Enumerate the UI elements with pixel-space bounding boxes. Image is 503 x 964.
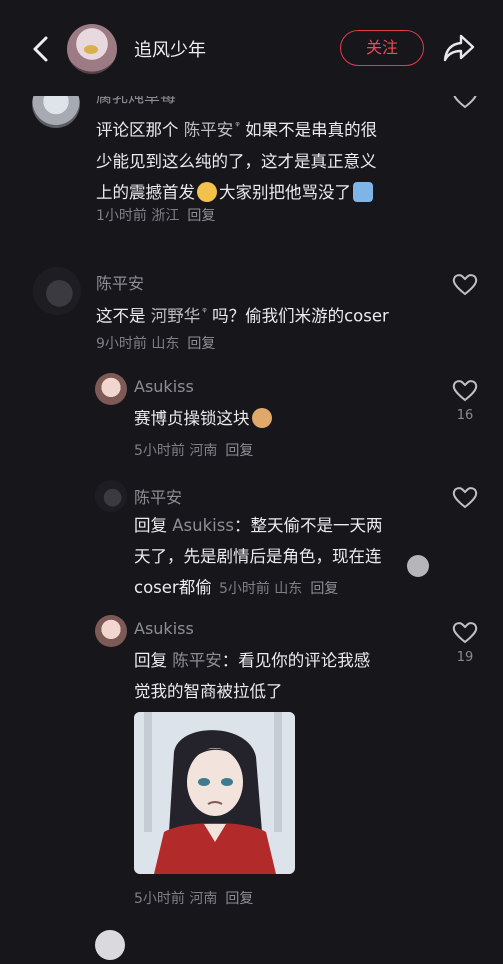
comment-username[interactable]: Asukiss (134, 377, 194, 396)
comment-meta: 9小时前 山东 回复 (96, 333, 215, 353)
like-heart-icon[interactable] (452, 485, 478, 509)
comment-text: 回复 陈平安：看见你的评论我感 觉我的智商被拉低了 (134, 651, 371, 701)
avatar[interactable] (95, 930, 125, 960)
comment-text: 赛博贞操锁这块 (134, 403, 434, 434)
touch-indicator (407, 555, 429, 577)
comment-meta: 1小时前 浙江 回复 (96, 205, 215, 225)
comment-username[interactable]: 陈平安 (134, 484, 182, 508)
mention-link[interactable]: 河野华 (151, 307, 201, 326)
share-icon[interactable] (442, 32, 476, 64)
avatar[interactable] (33, 267, 81, 315)
comment-text: 评论区那个 陈平安 ᵠ 如果不是串真的很 少能见到这么纯的了，这才是真正意义 上的… (96, 119, 378, 202)
like-count: 16 (456, 408, 474, 423)
back-arrow-icon[interactable] (28, 34, 54, 64)
comment-username[interactable]: 陈平安 (96, 270, 144, 294)
reply-button[interactable]: 回复 (187, 336, 215, 352)
anime-girl-image (134, 712, 295, 874)
comment-username[interactable]: Asukiss (134, 619, 194, 638)
comment-time-location: 5小时前 河南 (134, 443, 218, 459)
avatar[interactable] (95, 480, 127, 512)
like-heart-icon[interactable] (452, 620, 478, 644)
top-bar: 追风少年 关注 (0, 0, 503, 96)
comment-time-location: 9小时前 山东 (96, 336, 180, 352)
like-count: 19 (456, 650, 474, 665)
comment-meta: 5小时前 河南 回复 (134, 440, 253, 460)
comment-image[interactable] (134, 712, 295, 874)
comment-meta: 5小时前 河南 回复 (134, 888, 253, 908)
reply-target[interactable]: Asukiss (172, 516, 234, 535)
reply-button[interactable]: 回复 (310, 581, 338, 597)
reply-button[interactable]: 回复 (225, 443, 253, 459)
comment-meta: 5小时前 山东 回复 (219, 581, 338, 597)
candle-emoji-icon (353, 181, 373, 202)
avatar[interactable] (95, 373, 127, 405)
reply-target[interactable]: 陈平安 (172, 651, 222, 670)
reply-button[interactable]: 回复 (225, 891, 253, 907)
comment-text: 回复 Asukiss：整天偷不是一天两 天了，先是剧情后是角色，现在连 cose… (134, 516, 383, 597)
comment-text: 这不是 河野华 ᵠ 吗？偷我们米游的coser (96, 305, 389, 326)
next-comment-peek (0, 928, 503, 964)
avatar[interactable] (95, 615, 127, 647)
comment-time-location: 5小时前 河南 (134, 891, 218, 907)
follow-button[interactable]: 关注 (340, 30, 424, 66)
like-heart-icon[interactable] (452, 378, 478, 402)
author-avatar[interactable] (67, 24, 117, 74)
comment-time-location: 5小时前 山东 (218, 581, 303, 597)
author-name[interactable]: 追风少年 (134, 36, 206, 62)
comment-time-location: 1小时前 浙江 (96, 208, 180, 224)
mention-link[interactable]: 陈平安 (184, 121, 234, 140)
dog-emoji-icon (251, 408, 272, 428)
like-heart-icon[interactable] (452, 272, 478, 296)
crying-emoji-icon (197, 181, 217, 202)
reply-button[interactable]: 回复 (187, 208, 215, 224)
